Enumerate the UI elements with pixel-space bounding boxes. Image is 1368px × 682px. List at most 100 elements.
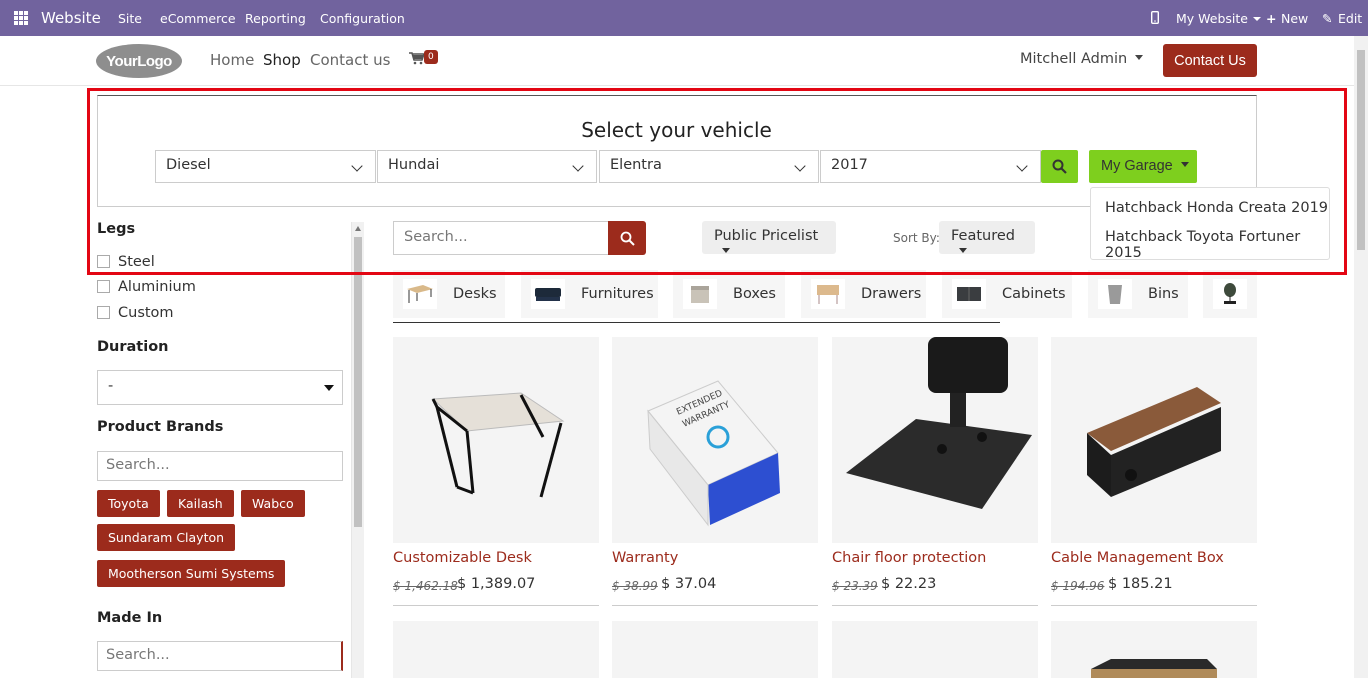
sort-dropdown[interactable]: Featured (939, 221, 1035, 254)
scrollbar-thumb[interactable] (354, 237, 362, 527)
search-icon (1052, 159, 1067, 174)
category-label: Furnitures (581, 286, 654, 302)
product-name[interactable]: Cable Management Box (1051, 550, 1224, 566)
brand-select[interactable]: Hundai (377, 150, 597, 183)
duration-select[interactable]: - (97, 370, 343, 405)
cabinet-thumbnail (952, 279, 986, 309)
contact-us-button[interactable]: Contact Us (1163, 44, 1257, 77)
plus-icon: + (1266, 11, 1277, 26)
my-website-dropdown[interactable]: My Website (1176, 11, 1261, 26)
bin-thumbnail (1098, 279, 1132, 309)
chevron-down-icon (1016, 160, 1028, 172)
chevron-down-icon (351, 160, 363, 172)
legs-filter-title: Legs (97, 221, 136, 237)
sofa-thumbnail (531, 279, 565, 309)
divider (612, 605, 818, 606)
brand-tag-sundaram-clayton[interactable]: Sundaram Clayton (97, 524, 236, 551)
fuel-select[interactable]: Diesel (155, 150, 376, 183)
product-price: $ 22.23 (881, 576, 937, 592)
category-cabinets[interactable]: Cabinets (942, 270, 1072, 318)
checkbox[interactable] (97, 255, 110, 268)
categories-scroll-indicator (393, 322, 1000, 323)
product-image-warranty[interactable]: EXTENDED WARRANTY (612, 337, 818, 543)
model-select[interactable]: Elentra (599, 150, 819, 183)
user-menu[interactable]: Mitchell Admin (1020, 51, 1144, 67)
category-label: Boxes (733, 286, 776, 302)
product-old-price: $ 194.96 (1051, 579, 1105, 593)
menu-reporting[interactable]: Reporting (245, 11, 306, 26)
nav-home[interactable]: Home (210, 51, 254, 69)
brand-tag-wabco[interactable]: Wabco (241, 490, 305, 517)
year-value: 2017 (831, 157, 868, 173)
legs-option-steel[interactable]: Steel (97, 254, 155, 270)
product-name[interactable]: Chair floor protection (832, 550, 986, 566)
product-price: $ 185.21 (1108, 576, 1173, 592)
cart-link[interactable]: 0 (409, 50, 438, 69)
garage-item[interactable]: Hatchback Toyota Fortuner 2015 (1105, 229, 1329, 261)
legs-option-aluminium[interactable]: Aluminium (97, 279, 196, 295)
drawer-thumbnail (811, 279, 845, 309)
product-card-next-row[interactable] (612, 621, 818, 678)
brands-search-input[interactable]: Search... (97, 451, 343, 481)
product-search-input[interactable]: Search... (393, 221, 608, 255)
caret-down-icon (722, 248, 730, 253)
brand-tag-toyota[interactable]: Toyota (97, 490, 160, 517)
sidebar-scrollbar[interactable] (351, 222, 364, 678)
option-label: Custom (118, 305, 174, 321)
product-card-next-row[interactable] (832, 621, 1038, 678)
mobile-preview-icon[interactable] (1151, 11, 1159, 24)
menu-ecommerce[interactable]: eCommerce (160, 11, 236, 26)
scrollbar-thumb[interactable] (1357, 50, 1365, 250)
my-garage-button[interactable]: My Garage (1089, 150, 1197, 183)
pricelist-dropdown[interactable]: Public Pricelist (702, 221, 836, 254)
category-desks[interactable]: Desks (393, 270, 505, 318)
menu-configuration[interactable]: Configuration (320, 11, 405, 26)
edit-button[interactable]: Edit (1338, 11, 1362, 26)
brand-tag-mootherson[interactable]: Mootherson Sumi Systems (97, 560, 286, 587)
made-in-search-input[interactable]: Search... (97, 641, 343, 671)
sort-by-label: Sort By: (893, 231, 940, 245)
duration-value: - (108, 378, 114, 394)
product-old-price: $ 23.39 (832, 579, 878, 593)
checkbox[interactable] (97, 306, 110, 319)
product-image-desk[interactable] (393, 337, 599, 543)
product-name[interactable]: Warranty (612, 550, 678, 566)
new-button[interactable]: New (1281, 11, 1308, 26)
menu-site[interactable]: Site (118, 11, 142, 26)
sort-value: Featured (951, 228, 1015, 244)
product-image-cable-box[interactable] (1051, 337, 1257, 543)
legs-option-custom[interactable]: Custom (97, 305, 174, 321)
nav-shop[interactable]: Shop (263, 51, 301, 69)
pencil-icon: ✎ (1322, 11, 1333, 26)
brand-value: Hundai (388, 157, 440, 173)
caret-down-icon (1135, 55, 1144, 60)
year-select[interactable]: 2017 (820, 150, 1041, 183)
category-furnitures[interactable]: Furnitures (521, 270, 658, 318)
page-scrollbar[interactable] (1354, 36, 1368, 678)
scroll-up-icon[interactable] (355, 226, 361, 231)
product-image-chair-mat[interactable] (832, 337, 1038, 543)
product-old-price: $ 38.99 (612, 579, 658, 593)
cart-count-badge: 0 (424, 50, 438, 64)
category-boxes[interactable]: Boxes (673, 270, 785, 318)
apps-menu-icon[interactable] (14, 11, 28, 25)
category-drawers[interactable]: Drawers (801, 270, 926, 318)
desk-thumbnail (403, 279, 437, 309)
app-brand[interactable]: Website (41, 9, 101, 27)
checkbox[interactable] (97, 280, 110, 293)
product-card-next-row[interactable] (1051, 621, 1257, 678)
brand-tag-kailash[interactable]: Kailash (167, 490, 234, 517)
garage-item[interactable]: Hatchback Honda Creata 2019 (1105, 200, 1328, 216)
product-card-next-row[interactable] (393, 621, 599, 678)
nav-contact-us[interactable]: Contact us (310, 51, 390, 69)
product-search-button[interactable] (608, 221, 646, 255)
site-logo[interactable]: YourLogo (96, 44, 182, 78)
chevron-down-icon (794, 160, 806, 172)
user-name: Mitchell Admin (1020, 51, 1128, 67)
category-bins[interactable]: Bins (1088, 270, 1188, 318)
option-label: Steel (118, 254, 155, 270)
category-lamps[interactable] (1203, 270, 1257, 318)
vehicle-search-button[interactable] (1041, 150, 1078, 183)
product-name[interactable]: Customizable Desk (393, 550, 532, 566)
product-price: $ 37.04 (661, 576, 717, 592)
